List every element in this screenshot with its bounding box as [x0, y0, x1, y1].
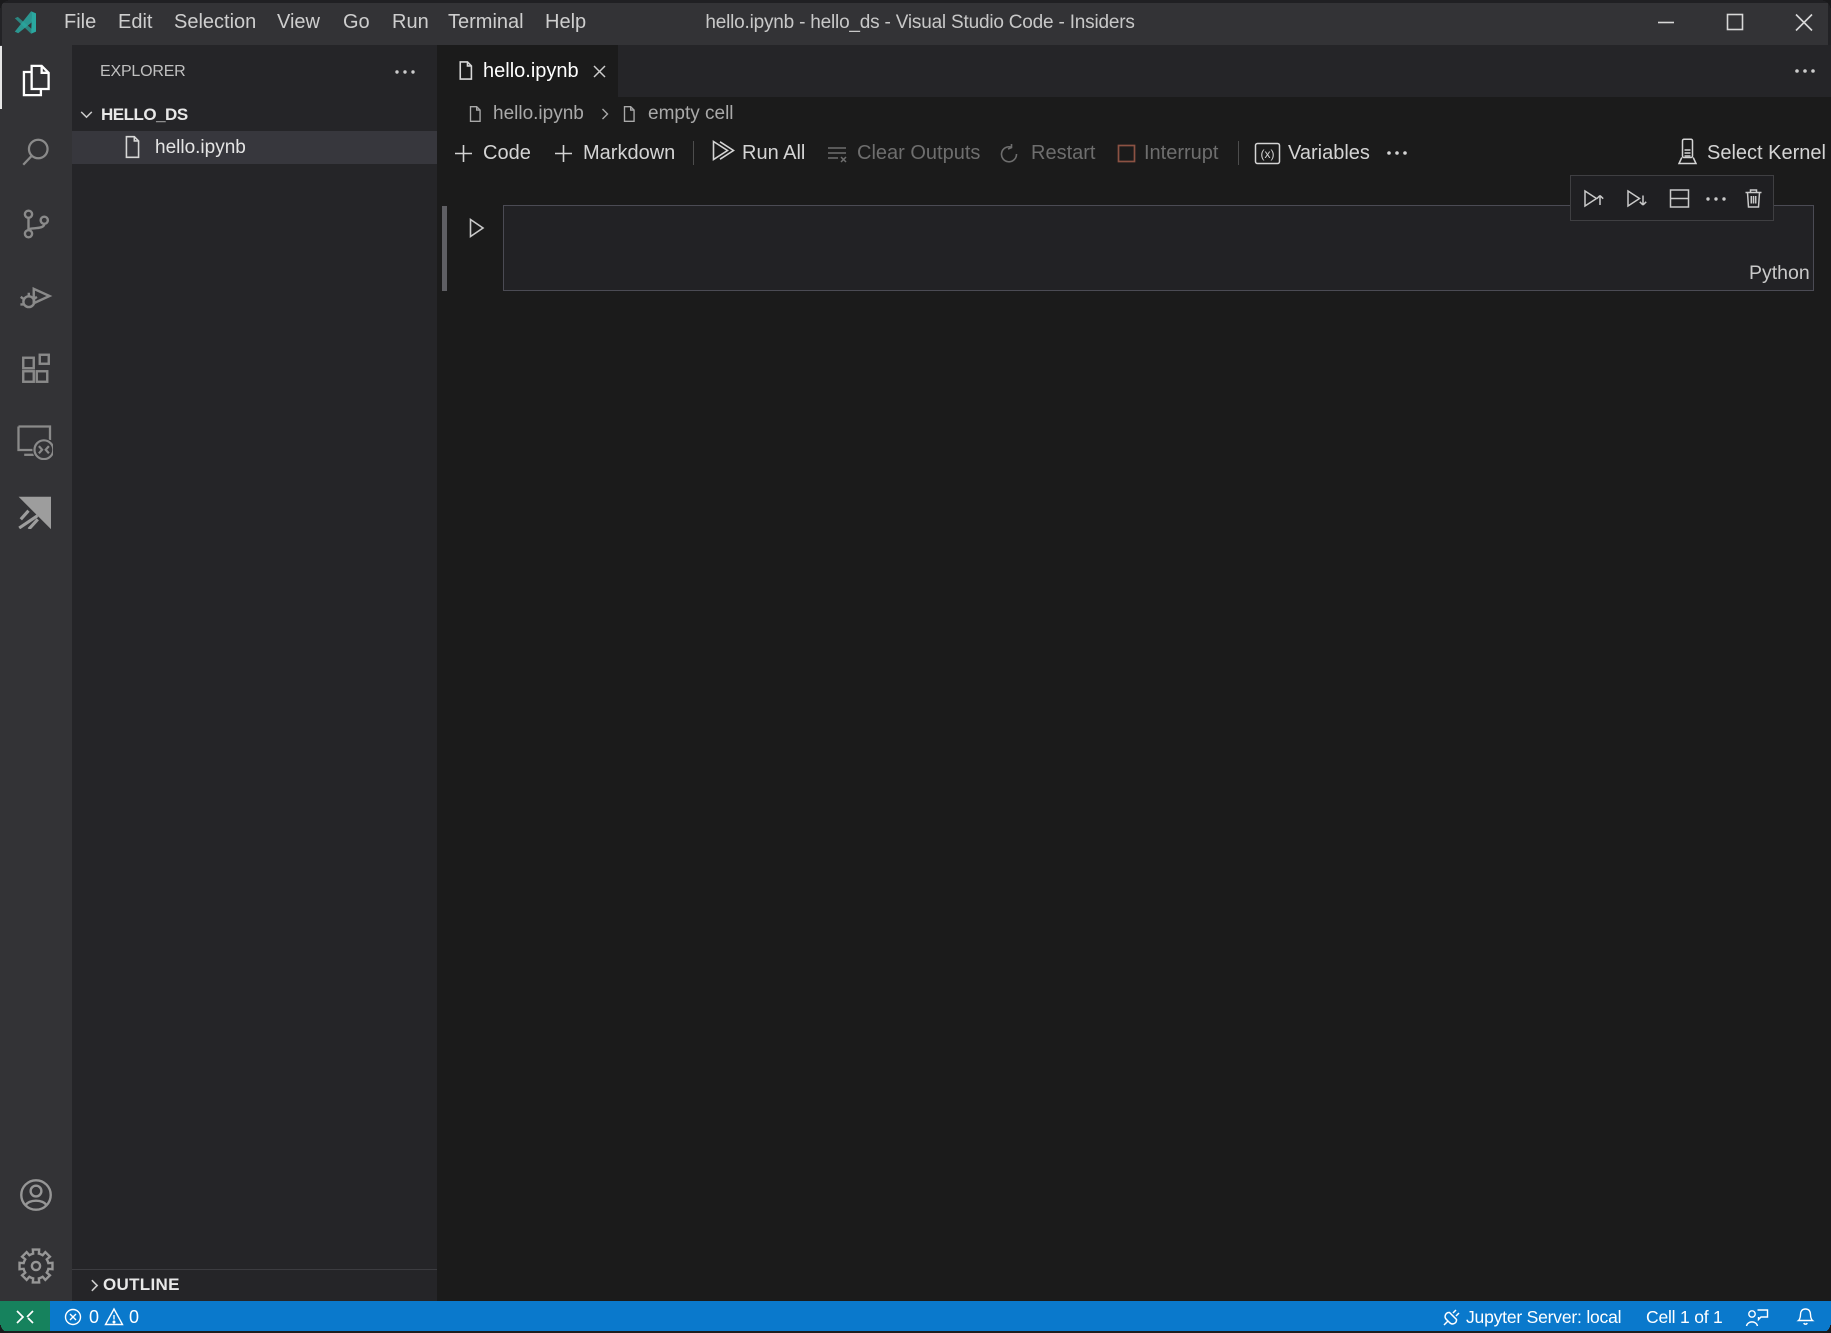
svg-text:(x): (x) — [1261, 147, 1275, 161]
